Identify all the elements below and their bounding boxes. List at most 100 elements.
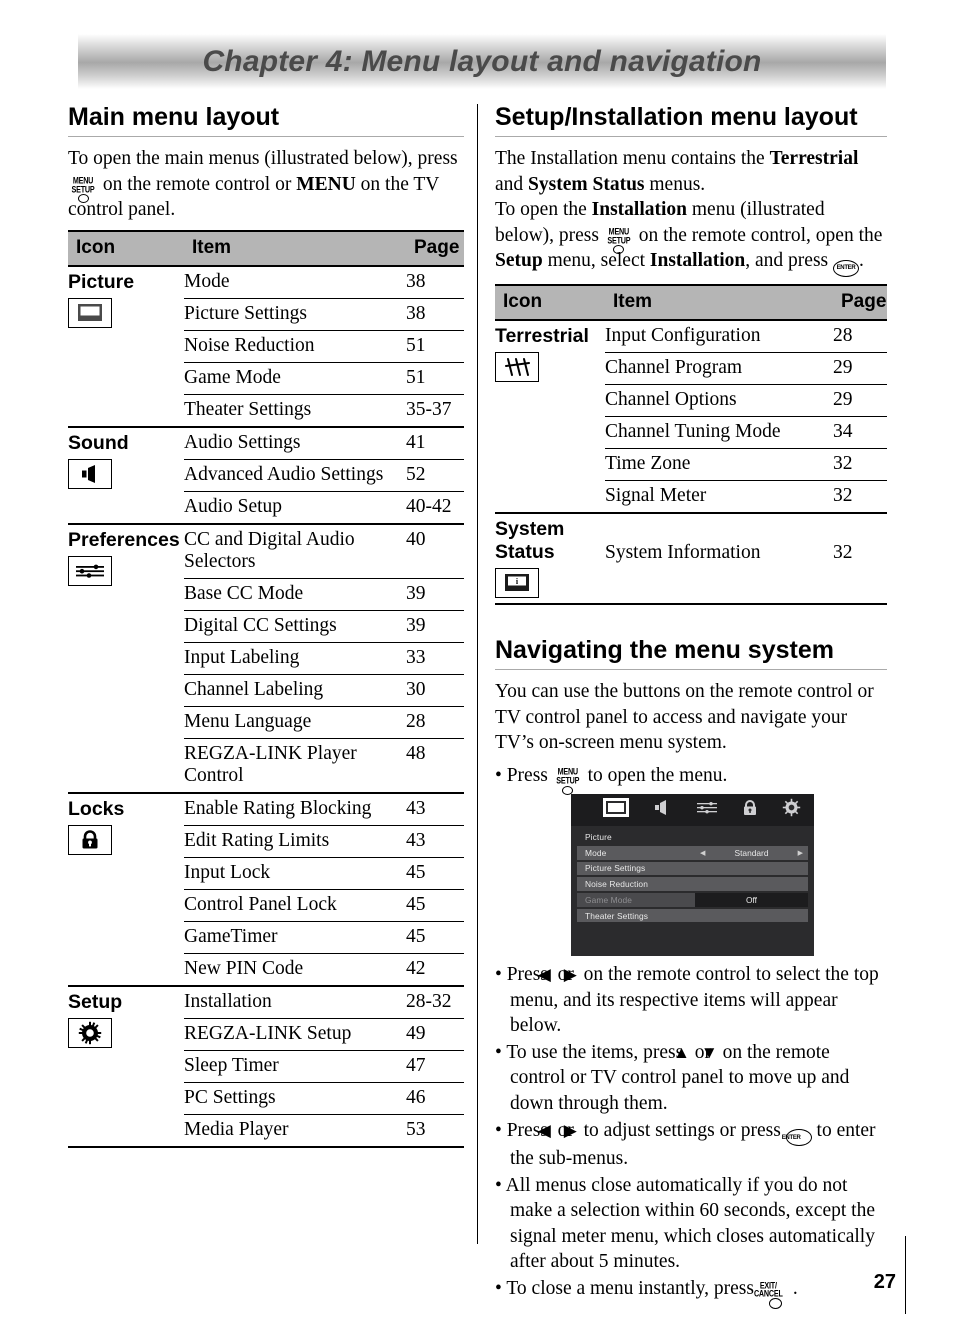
lock-icon (68, 824, 112, 855)
item-page: 52 (406, 459, 464, 492)
item-page: 38 (406, 298, 464, 331)
bullet-close-a: To close a menu instantly, press (506, 1277, 754, 1299)
intro-s3d: , and press (745, 250, 829, 272)
item-label: Advanced Audio Settings (184, 459, 406, 492)
installation-keyword-2: Installation (649, 250, 746, 272)
osd-row-mode[interactable]: Mode ◀ Standard ▶ (577, 846, 808, 860)
menu-glyph-circle (562, 785, 574, 795)
table-row: Preferences CC and Digital Audio Selecto… (68, 522, 464, 793)
osd-row-label: Picture Settings (585, 863, 646, 874)
intro-text-part2: on the remote control or (102, 173, 292, 195)
category-cell-system-status: System Status i (495, 511, 605, 603)
osd-gear-icon (782, 798, 801, 822)
category-label: Terrestrial (495, 324, 589, 347)
item-page: 28 (406, 706, 464, 739)
table-row: Setup Installation 28-32 (68, 984, 464, 1146)
setup-installation-intro: The Installation menu contains the Terre… (495, 146, 887, 277)
up-arrow-icon: ▲ (673, 1042, 690, 1062)
osd-row-label: Noise Reduction (585, 879, 648, 890)
osd-row-theater-settings[interactable]: Theater Settings (577, 908, 808, 923)
category-label: Preferences (68, 528, 180, 551)
navigating-heading: Navigating the menu system (495, 636, 834, 665)
category-label: Picture (68, 270, 135, 293)
item-page: 43 (406, 825, 464, 858)
item-label: Menu Language (184, 706, 406, 739)
setup-keyword: Setup (495, 250, 543, 272)
bullet-text-a: To use the items, press (506, 1041, 684, 1063)
list-item: Press ◀ or ▶ on the remote control to se… (495, 962, 887, 1039)
terrestrial-keyword: Terrestrial (769, 148, 859, 169)
heading-rule (68, 136, 464, 137)
item-label: GameTimer (184, 921, 406, 954)
exit-cancel-button-icon: EXIT/CANCEL (753, 1281, 793, 1310)
tv-osd-screenshot: Picture Mode ◀ Standard ▶ Picture Settin… (571, 794, 814, 957)
main-menu-layout-heading: Main menu layout (68, 103, 280, 131)
category-cell-setup: Setup (68, 984, 184, 1146)
antenna-icon (495, 351, 539, 382)
item-page: 28 (833, 318, 887, 353)
list-item: To use the items, press ▲ or ▼ on the re… (495, 1040, 887, 1117)
category-label: Sound (68, 431, 129, 454)
item-label: Game Mode (184, 362, 406, 395)
osd-row-noise-reduction[interactable]: Noise Reduction (577, 877, 808, 891)
left-arrow-icon[interactable]: ◀ (700, 849, 705, 857)
header-page: Page (406, 229, 464, 267)
right-arrow-icon[interactable]: ▶ (798, 849, 803, 857)
navigation-bullet-list: Press ◀ or ▶ on the remote control to se… (495, 962, 887, 1310)
chapter-title: Chapter 4: Menu layout and navigation (202, 44, 762, 78)
item-page: 39 (406, 578, 464, 611)
intro-s2d: on the remote control, open the (638, 224, 883, 246)
item-page: 45 (406, 889, 464, 922)
category-label: Setup (68, 990, 123, 1013)
item-label: Noise Reduction (184, 330, 406, 363)
list-item: To close a menu instantly, press EXIT/CA… (495, 1276, 887, 1310)
exit-glyph-line2: CANCEL (753, 1287, 783, 1299)
item-page: 30 (406, 674, 464, 707)
item-label: Media Player (184, 1118, 289, 1140)
enter-button-icon: ENTER (833, 259, 859, 277)
item-label: Installation (184, 984, 406, 1019)
item-label: Input Lock (184, 857, 406, 890)
item-label: REGZA-LINK Setup (184, 1018, 406, 1051)
item-page: 51 (406, 330, 464, 363)
item-label: REGZA-LINK Player Control (184, 738, 406, 794)
item-label: Edit Rating Limits (184, 825, 406, 858)
osd-lock-icon (742, 799, 758, 822)
menu-glyph-line2: SETUP (556, 774, 580, 786)
table-bottom-rule (495, 602, 887, 606)
table-row: Terrestrial Input Configuration 28 (495, 318, 887, 513)
item-page: 42 (406, 953, 464, 987)
item-page: 32 (833, 511, 887, 603)
item-page: 40-42 (406, 491, 464, 525)
speaker-icon (68, 458, 112, 489)
item-page: 32 (833, 448, 887, 481)
osd-row-value-wrap[interactable]: ◀ Standard ▶ (695, 846, 808, 860)
intro-s1a: The Installation menu contains the (495, 148, 765, 169)
osd-row-label: Mode (585, 847, 607, 858)
antenna-icon-svg (505, 357, 530, 376)
menu-setup-button-icon: MENU SETUP (604, 227, 634, 255)
bullet-open-menu: • Press MENU SETUP to open the menu. (495, 763, 887, 795)
item-label: Audio Setup (184, 491, 406, 525)
page-number: 27 (873, 1271, 896, 1293)
osd-row-label: Game Mode (585, 894, 632, 905)
header-item: Item (184, 229, 406, 267)
osd-row-picture-settings[interactable]: Picture Settings (577, 861, 808, 876)
item-label: Digital CC Settings (184, 610, 406, 643)
bullet-adjust-b: to adjust settings or press (583, 1119, 781, 1141)
category-cell-preferences: Preferences (68, 522, 184, 793)
main-menu-intro: To open the main menus (illustrated belo… (68, 146, 464, 223)
item-label: Channel Labeling (184, 674, 406, 707)
sliders-icon (68, 555, 112, 586)
osd-row-value-wrap: Off (695, 893, 808, 907)
bullet-timeout-text: All menus close automatically if you do … (505, 1174, 875, 1273)
item-page: 35-37 (406, 394, 464, 428)
column-divider (477, 104, 478, 1244)
osd-sliders-icon (696, 800, 718, 820)
bullet-open-a: Press (506, 764, 548, 786)
item-page: 33 (406, 642, 464, 675)
table-header-row: Icon Item Page (68, 229, 464, 267)
category-label: System Status (495, 517, 565, 563)
item-label: Input Labeling (184, 642, 406, 675)
category-cell-picture: Picture (68, 264, 184, 427)
